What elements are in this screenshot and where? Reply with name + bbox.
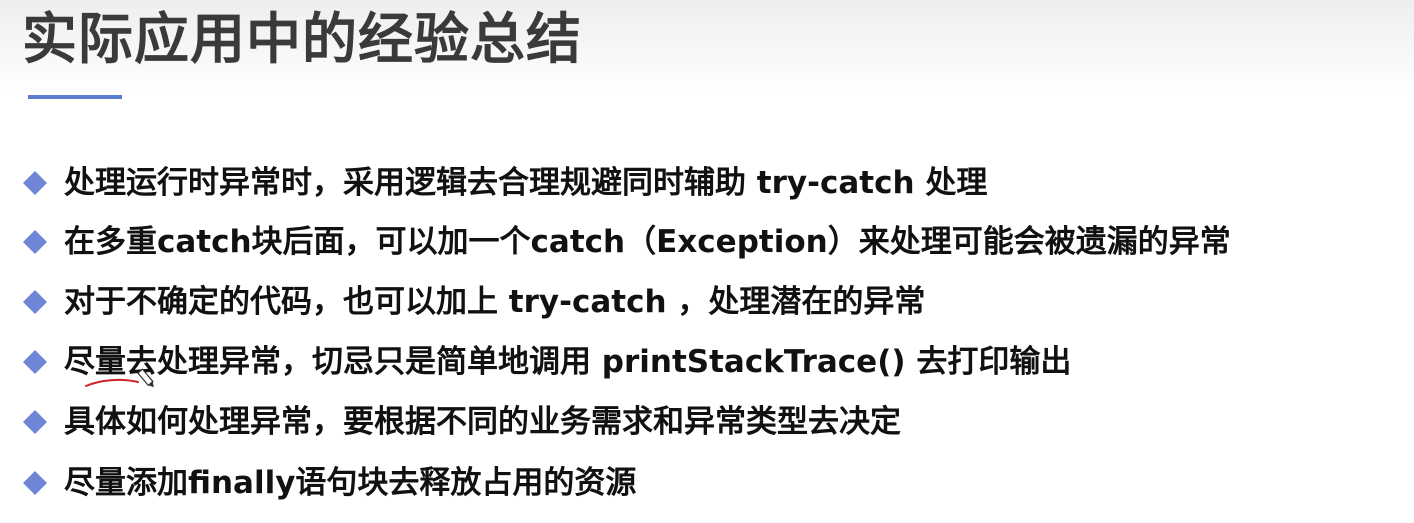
bullet-text: 处理运行时异常时，采用逻辑去合理规避同时辅助 try-catch 处理 [64,165,988,201]
diamond-bullet-icon [23,171,47,195]
bullet-text: 尽量去处理异常，切忌只是简单地调用 printStackTrace() 去打印输… [64,344,1072,380]
title-underline [28,95,122,99]
list-item: 对于不确定的代码，也可以加上 try-catch ，处理潜在的异常 [20,277,925,327]
list-item: 尽量添加finally语句块去释放占用的资源 [20,458,636,508]
list-item: 处理运行时异常时，采用逻辑去合理规避同时辅助 try-catch 处理 [20,158,987,208]
bullet-text: 在多重catch块后面，可以加一个catch（Exception）来处理可能会被… [64,224,1231,260]
diamond-bullet-icon [23,350,47,374]
bullet-text: 具体如何处理异常，要根据不同的业务需求和异常类型去决定 [64,404,901,440]
diamond-bullet-icon [23,471,47,495]
list-item: 具体如何处理异常，要根据不同的业务需求和异常类型去决定 [20,397,901,447]
bullet-text: 对于不确定的代码，也可以加上 try-catch ，处理潜在的异常 [64,284,926,320]
pen-annotation-icon [85,368,154,388]
bullet-text: 尽量添加finally语句块去释放占用的资源 [64,465,637,501]
diamond-bullet-icon [23,410,47,434]
page-title: 实际应用中的经验总结 [22,7,583,71]
diamond-bullet-icon [23,290,47,314]
list-item: 在多重catch块后面，可以加一个catch（Exception）来处理可能会被… [20,217,1231,267]
diamond-bullet-icon [23,230,47,254]
